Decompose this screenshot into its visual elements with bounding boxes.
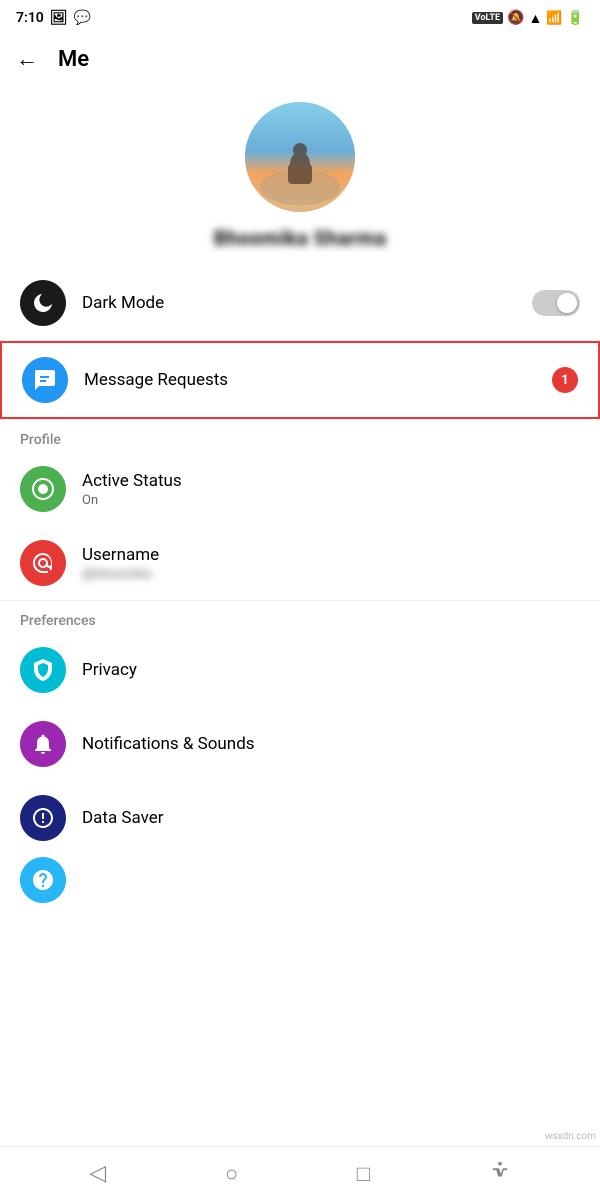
more-icon — [20, 857, 66, 903]
nav-accessibility-button[interactable] — [489, 1160, 511, 1187]
preferences-section-header: Preferences — [0, 601, 600, 633]
active-status-item[interactable]: Active Status On — [0, 452, 600, 526]
dark-mode-item[interactable]: Dark Mode — [0, 266, 600, 340]
notifications-text: Notifications & Sounds — [82, 734, 580, 754]
gallery-icon: 🖼 — [50, 10, 68, 26]
profile-name: Bhoomika Sharma — [214, 226, 387, 250]
active-status-text: Active Status On — [82, 471, 580, 508]
notifications-item[interactable]: Notifications & Sounds — [0, 707, 600, 781]
watermark: wsxdn.com — [541, 1129, 600, 1144]
data-saver-label: Data Saver — [82, 808, 164, 828]
nav-home-button[interactable]: ○ — [225, 1161, 238, 1187]
username-item[interactable]: Username @bhoomika — [0, 526, 600, 600]
message-requests-text: Message Requests — [84, 370, 536, 390]
privacy-label: Privacy — [82, 660, 137, 680]
username-label: Username — [82, 545, 580, 565]
mute-icon: 🔕 — [507, 10, 524, 26]
privacy-item[interactable]: Privacy — [0, 633, 600, 707]
message-requests-badge: 1 — [552, 367, 578, 393]
username-text: Username @bhoomika — [82, 545, 580, 582]
active-status-icon — [20, 466, 66, 512]
dark-mode-label: Dark Mode — [82, 293, 164, 313]
profile-section[interactable]: Bhoomika Sharma — [0, 82, 600, 266]
nav-back-button[interactable]: ◁ — [89, 1161, 106, 1186]
volte-badge: VoLTE — [472, 12, 503, 24]
data-saver-text: Data Saver — [82, 808, 580, 828]
privacy-text: Privacy — [82, 660, 580, 680]
status-icons: VoLTE 🔕 ▲ 📶 🔋 — [472, 10, 584, 27]
status-bar: 7:10 🖼 💬 VoLTE 🔕 ▲ 📶 🔋 — [0, 0, 600, 36]
more-item[interactable] — [0, 855, 600, 905]
profile-section-header: Profile — [0, 420, 600, 452]
username-icon — [20, 540, 66, 586]
avatar[interactable] — [245, 102, 355, 212]
notifications-icon — [20, 721, 66, 767]
signal-icon: 📶 — [546, 11, 562, 26]
battery-icon: 🔋 — [567, 10, 584, 26]
message-requests-label: Message Requests — [84, 370, 228, 390]
toggle-knob — [557, 293, 577, 313]
message-requests-icon — [22, 357, 68, 403]
active-status-label: Active Status — [82, 471, 580, 491]
back-button[interactable]: ← — [16, 46, 38, 72]
status-time: 7:10 🖼 💬 — [16, 10, 91, 26]
header: ← Me — [0, 36, 600, 82]
nav-recent-button[interactable]: □ — [357, 1161, 370, 1187]
page-title: Me — [58, 47, 89, 72]
privacy-icon — [20, 647, 66, 693]
username-value: @bhoomika — [82, 567, 580, 582]
messenger-icon: 💬 — [74, 10, 91, 26]
dark-mode-toggle[interactable] — [532, 290, 580, 316]
active-status-sublabel: On — [82, 493, 580, 508]
data-saver-item[interactable]: Data Saver — [0, 781, 600, 855]
bottom-nav: ◁ ○ □ — [0, 1146, 600, 1200]
notifications-label: Notifications & Sounds — [82, 734, 255, 754]
dark-mode-icon — [20, 280, 66, 326]
time-display: 7:10 — [16, 10, 44, 26]
wifi-icon: ▲ — [529, 10, 543, 27]
dark-mode-text: Dark Mode — [82, 293, 516, 313]
data-saver-icon — [20, 795, 66, 841]
message-requests-item[interactable]: Message Requests 1 — [0, 341, 600, 419]
